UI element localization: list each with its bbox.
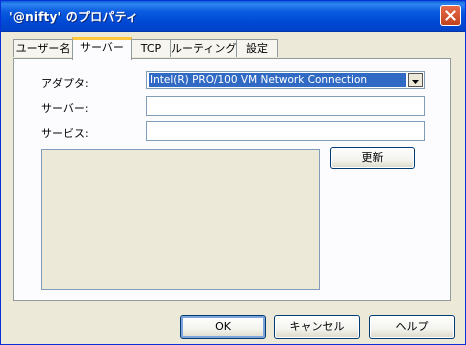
tab-routing[interactable]: ルーティング <box>170 39 237 57</box>
close-button[interactable] <box>440 5 461 26</box>
service-list[interactable] <box>41 149 320 290</box>
title-bar[interactable]: '@nifty' のプロパティ <box>1 1 465 32</box>
tab-server[interactable]: サーバー <box>72 37 132 60</box>
adapter-select[interactable]: Intel(R) PRO/100 VM Network Connection <box>146 71 425 89</box>
server-field[interactable] <box>146 96 425 116</box>
window-title: '@nifty' のプロパティ <box>9 10 139 24</box>
properties-dialog: '@nifty' のプロパティ ユーザー名 サーバー TCP ルーティング 設定… <box>0 0 466 345</box>
service-label: サービス: <box>41 127 89 140</box>
refresh-button[interactable]: 更新 <box>330 147 415 169</box>
tab-username[interactable]: ユーザー名 <box>13 39 73 57</box>
chevron-down-icon <box>412 74 419 87</box>
server-label: サーバー: <box>41 102 89 115</box>
tab-tcp[interactable]: TCP <box>131 39 171 57</box>
adapter-label: アダプタ: <box>41 77 89 90</box>
adapter-selected-value: Intel(R) PRO/100 VM Network Connection <box>149 73 406 87</box>
adapter-dropdown-button[interactable] <box>408 73 423 87</box>
cancel-button[interactable]: キャンセル <box>274 315 360 339</box>
tab-settings[interactable]: 設定 <box>236 39 278 57</box>
ok-button[interactable]: OK <box>180 315 266 339</box>
service-field[interactable] <box>146 121 425 141</box>
close-icon <box>445 10 456 21</box>
help-button[interactable]: ヘルプ <box>369 315 455 339</box>
